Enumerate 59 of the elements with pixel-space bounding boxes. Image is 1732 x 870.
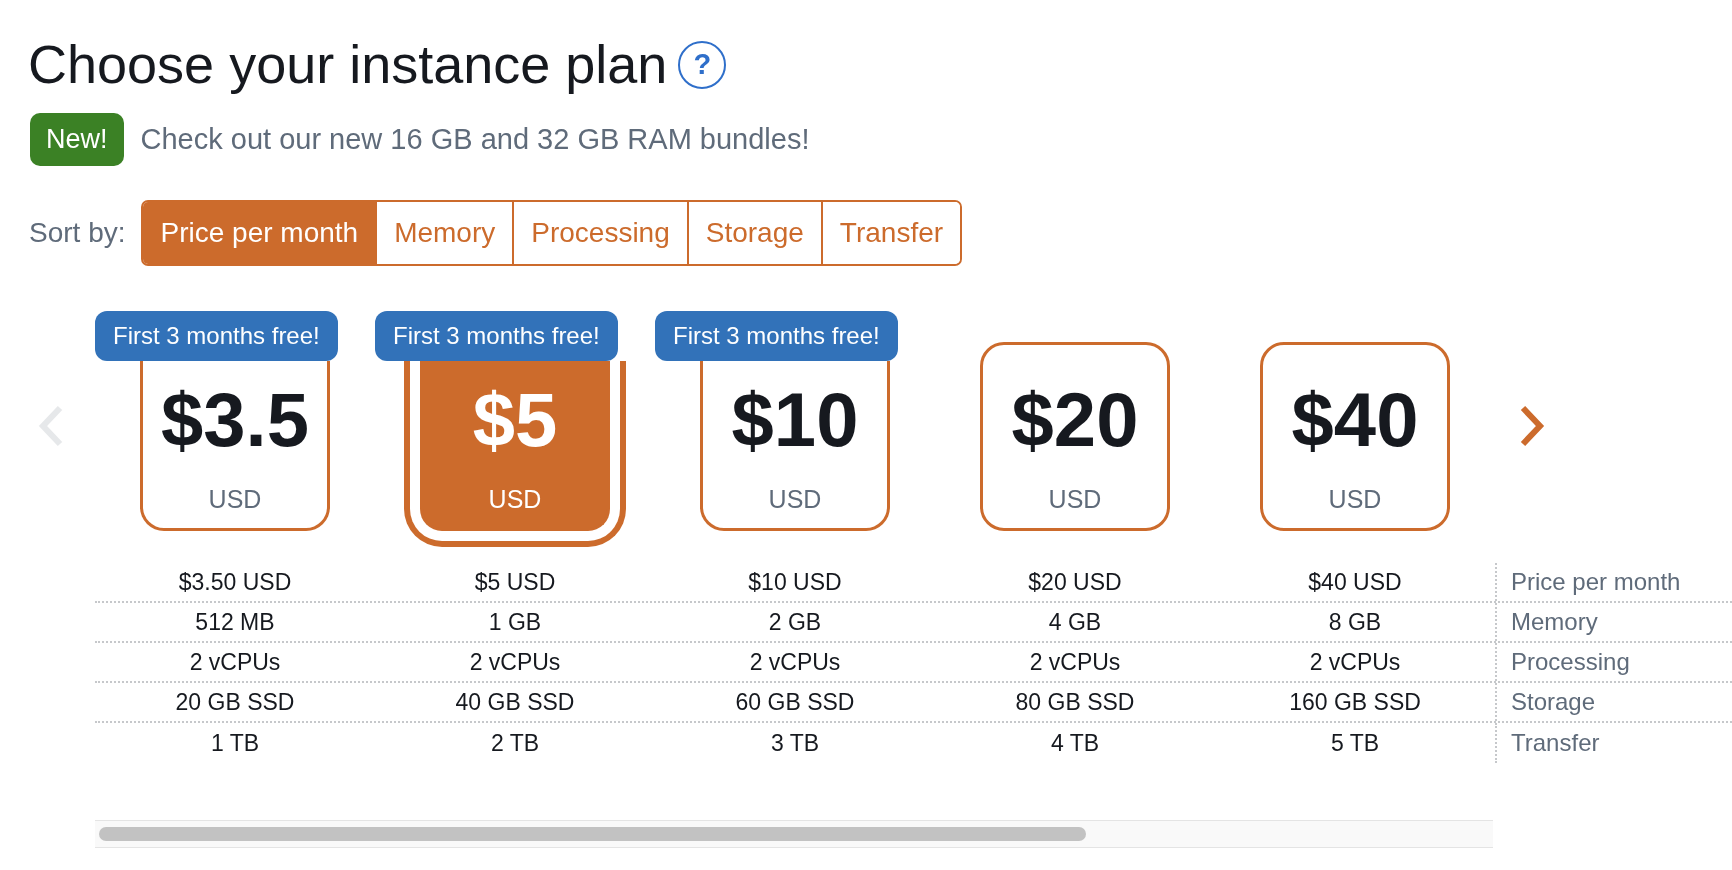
- plan-currency: USD: [768, 484, 822, 514]
- plan-card[interactable]: $10 USD: [700, 361, 890, 531]
- spec-label: Price per month: [1511, 568, 1681, 596]
- promo-badge: First 3 months free!: [375, 311, 618, 361]
- scrollbar-thumb[interactable]: [99, 827, 1086, 841]
- spec-value: $5 USD: [474, 568, 556, 596]
- promo-badge: First 3 months free!: [95, 311, 338, 361]
- spec-value: 60 GB SSD: [735, 688, 855, 716]
- announcement-text: Check out our new 16 GB and 32 GB RAM bundles!: [140, 123, 810, 156]
- plan-price: $5: [472, 380, 558, 460]
- spec-value: 2 vCPUs: [749, 648, 841, 676]
- plan-card[interactable]: $3.5 USD: [140, 361, 330, 531]
- plan-currency: USD: [488, 484, 542, 514]
- plan-card[interactable]: $20 USD: [980, 342, 1170, 531]
- plan-price: $20: [1011, 380, 1139, 460]
- spec-value: 80 GB SSD: [1015, 688, 1135, 716]
- sort-tab[interactable]: Price per month: [143, 202, 376, 264]
- plan-price: $3.5: [161, 380, 309, 460]
- spec-value: 160 GB SSD: [1289, 688, 1421, 716]
- sort-tab[interactable]: Transfer: [820, 202, 961, 264]
- spec-label: Storage: [1511, 688, 1596, 716]
- plan-currency: USD: [1048, 484, 1102, 514]
- sort-label: Sort by:: [29, 217, 126, 249]
- new-badge: New!: [30, 113, 124, 166]
- plan-price: $40: [1291, 380, 1419, 460]
- spec-value: 4 GB: [1048, 608, 1102, 636]
- spec-value: 40 GB SSD: [455, 688, 575, 716]
- plan-price: $10: [731, 380, 859, 460]
- spec-value: 2 GB: [768, 608, 822, 636]
- chevron-left-icon: [37, 404, 65, 448]
- spec-value: 512 MB: [195, 608, 275, 636]
- plan-card[interactable]: $40 USD: [1260, 342, 1450, 531]
- spec-label: Processing: [1511, 648, 1630, 676]
- spec-value: 20 GB SSD: [175, 688, 295, 716]
- plan-card[interactable]: $5 USD: [404, 361, 626, 547]
- spec-value: $20 USD: [1028, 568, 1122, 596]
- plan-currency: USD: [1328, 484, 1382, 514]
- spec-value: $3.50 USD: [178, 568, 292, 596]
- spec-value: 1 GB: [488, 608, 542, 636]
- spec-value: 1 TB: [210, 729, 260, 757]
- spec-value: 8 GB: [1328, 608, 1382, 636]
- spec-value: 2 vCPUs: [1029, 648, 1121, 676]
- spec-value: 5 TB: [1330, 729, 1380, 757]
- spec-value: $40 USD: [1308, 568, 1402, 596]
- spec-label: Memory: [1511, 608, 1598, 636]
- page-title: Choose your instance plan: [28, 35, 668, 94]
- chevron-right-icon: [1518, 404, 1546, 448]
- spec-value: 2 TB: [490, 729, 540, 757]
- spec-value: 2 vCPUs: [189, 648, 281, 676]
- scrollbar-track[interactable]: [95, 820, 1493, 848]
- spec-label: Transfer: [1511, 729, 1600, 757]
- spec-value: $10 USD: [748, 568, 842, 596]
- spec-value: 2 vCPUs: [469, 648, 561, 676]
- plan-currency: USD: [208, 484, 262, 514]
- promo-badge: First 3 months free!: [655, 311, 898, 361]
- spec-value: 2 vCPUs: [1309, 648, 1401, 676]
- help-button[interactable]: ?: [678, 40, 727, 89]
- spec-value: 4 TB: [1050, 729, 1100, 757]
- spec-value: 3 TB: [770, 729, 820, 757]
